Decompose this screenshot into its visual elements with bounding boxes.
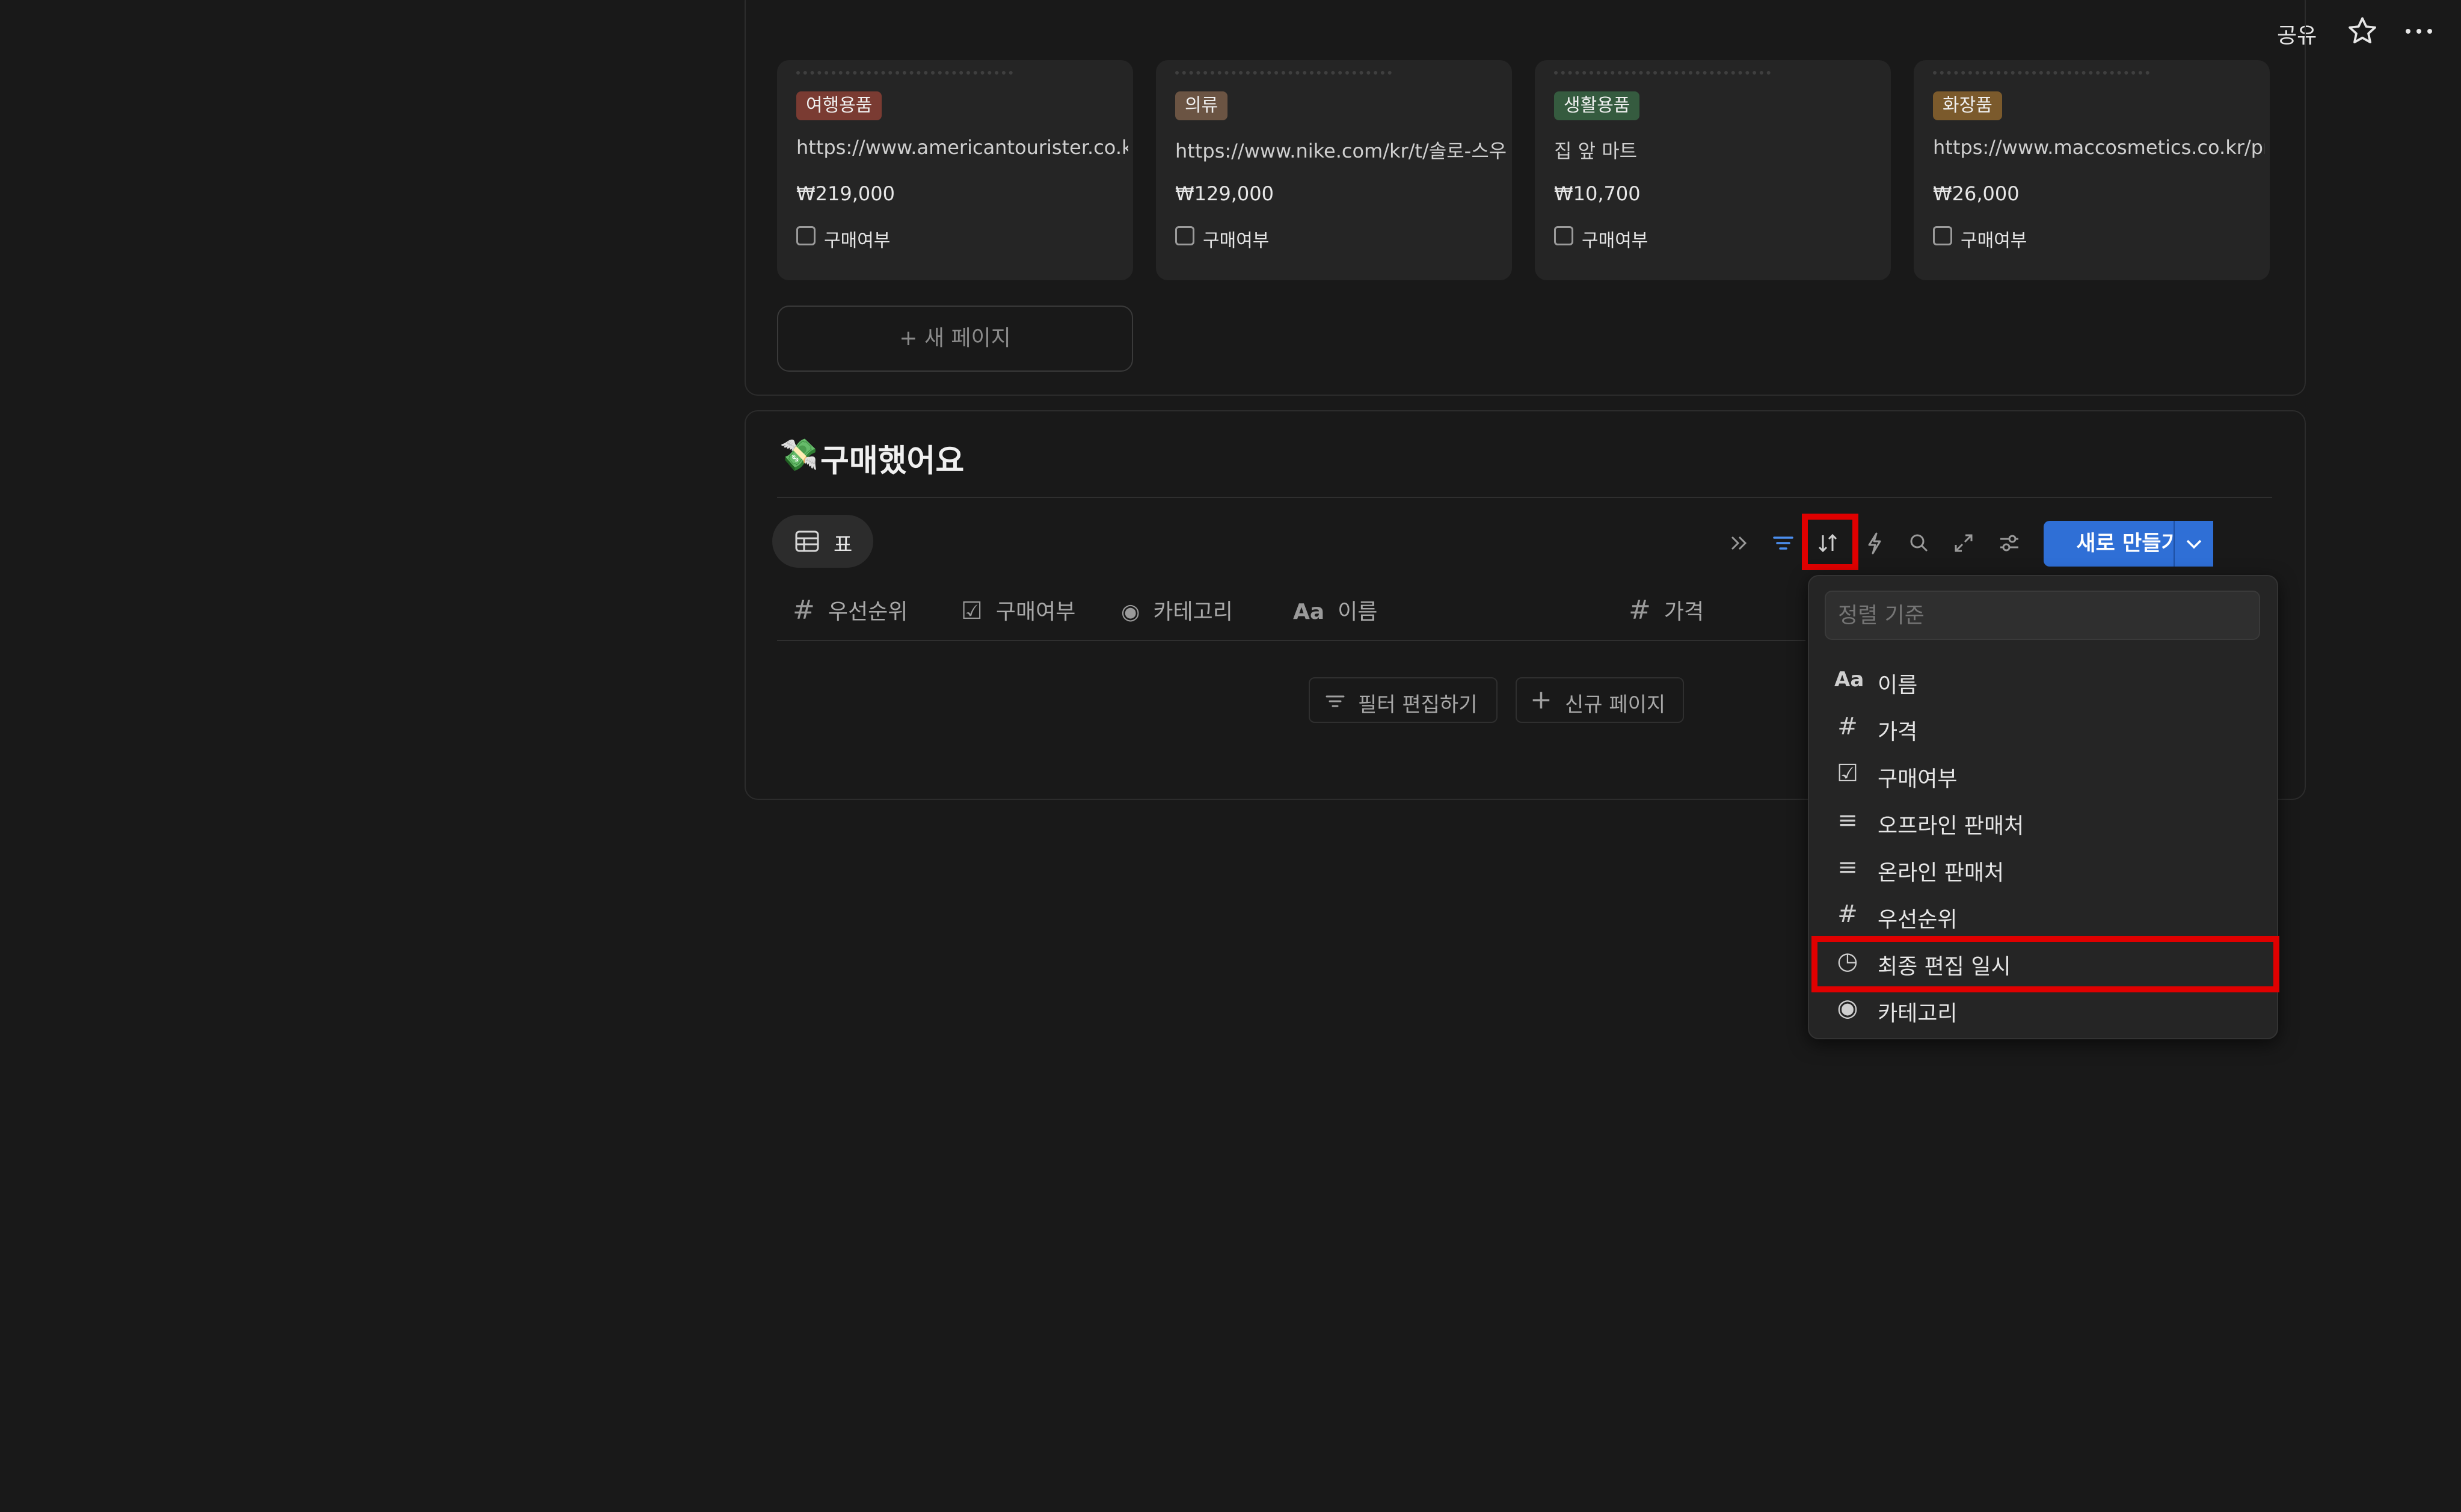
card-title-cut (1933, 60, 2149, 75)
checkbox-label: 구매여부 (1203, 230, 1270, 251)
expand-icon[interactable] (1949, 528, 1979, 558)
column-header-category[interactable]: ◉ 카테고리 (1121, 594, 1233, 625)
card-price: ₩10,700 (1554, 182, 1641, 205)
chevrons-right-icon[interactable] (1724, 528, 1754, 558)
card-price: ₩219,000 (796, 182, 895, 205)
purchase-checkbox[interactable] (1933, 226, 1952, 245)
checkbox-label: 구매여부 (1582, 230, 1648, 251)
sort-option-label: 구매여부 (1878, 767, 1958, 791)
search-icon[interactable] (1904, 528, 1934, 558)
filter-icon (1326, 695, 1345, 707)
column-label: 카테고리 (1153, 600, 1233, 624)
checkbox-label: 구매여부 (824, 230, 891, 251)
new-page-label: + 새 페이지 (899, 326, 1011, 351)
view-tab-table[interactable]: 표 (772, 515, 873, 568)
sort-option-label: 카테고리 (1878, 1001, 1958, 1026)
number-icon: # (793, 595, 815, 625)
sort-option-label: 이름 (1878, 673, 1918, 698)
number-icon: # (1837, 900, 1858, 928)
select-icon: ◉ (1121, 600, 1140, 624)
checkbox-icon: ☑ (1837, 760, 1858, 787)
sort-option-label: 가격 (1878, 720, 1918, 745)
new-button-label: 새로 만들기 (2076, 532, 2181, 556)
new-entry-label: 신규 페이지 (1565, 693, 1666, 717)
column-header-name[interactable]: Aa 이름 (1293, 594, 1377, 625)
card-url: 집 앞 마트 (1554, 140, 1638, 162)
card-url[interactable]: https://www.nike.com/kr/t/솔로-스우시- (1175, 136, 1507, 164)
sort-option-online-seller[interactable]: ≡ 온라인 판매처 (1810, 847, 2267, 889)
column-label: 구매여부 (995, 600, 1076, 624)
card-price: ₩129,000 (1175, 182, 1274, 205)
text-icon: Aa (1834, 668, 1864, 692)
card-title-cut (796, 60, 1013, 75)
card-url[interactable]: https://www.maccosmetics.co.kr/pro (1933, 136, 2265, 159)
column-label: 우선순위 (828, 600, 908, 624)
number-icon: # (1629, 595, 1651, 625)
checkbox-icon: ☑ (961, 597, 983, 625)
number-icon: # (1837, 713, 1858, 740)
section-title[interactable]: 구매했어요 (820, 435, 964, 481)
sort-button-highlight (1802, 514, 1858, 570)
card-title-cut (1175, 60, 1392, 75)
sort-option-offline-seller[interactable]: ≡ 오프라인 판매처 (1810, 800, 2267, 842)
header-divider (777, 640, 1805, 641)
filter-icon[interactable] (1768, 528, 1798, 558)
text-lines-icon: ≡ (1837, 807, 1858, 834)
card-url[interactable]: https://www.americantourister.co.kr/s (796, 136, 1128, 159)
text-lines-icon: ≡ (1837, 853, 1858, 881)
plus-icon: + (1530, 684, 1552, 715)
sort-option-purchased[interactable]: ☑ 구매여부 (1810, 753, 2267, 795)
card-title-cut (1554, 60, 1771, 75)
category-tag: 의류 (1175, 91, 1228, 120)
lightning-icon[interactable] (1860, 528, 1890, 558)
column-label: 가격 (1664, 600, 1704, 624)
more-icon[interactable] (2403, 22, 2435, 40)
table-icon (795, 530, 819, 552)
new-dropdown-toggle[interactable] (2174, 521, 2213, 567)
sort-option-price[interactable]: # 가격 (1810, 706, 2267, 748)
category-tag: 화장품 (1933, 91, 2002, 120)
checkbox-label: 구매여부 (1961, 230, 2027, 251)
sort-option-category[interactable]: ◉ 카테고리 (1810, 988, 2267, 1030)
column-header-purchased[interactable]: ☑ 구매여부 (961, 594, 1075, 625)
settings-sliders-icon[interactable] (1994, 528, 2024, 558)
sort-option-label: 우선순위 (1878, 908, 1958, 932)
card-price: ₩26,000 (1933, 182, 2020, 205)
column-header-priority[interactable]: # 우선순위 (793, 594, 908, 625)
last-edited-highlight (1811, 936, 2279, 992)
purchase-checkbox[interactable] (796, 226, 816, 245)
sort-option-label: 온라인 판매처 (1878, 861, 2005, 885)
new-entry-button[interactable]: + 신규 페이지 (1516, 677, 1684, 723)
text-icon: Aa (1293, 600, 1325, 624)
gallery-card[interactable]: 생활용품 집 앞 마트 ₩10,700 구매여부 (1535, 60, 1891, 280)
star-icon[interactable] (2346, 14, 2379, 48)
sort-option-priority[interactable]: # 우선순위 (1810, 894, 2267, 936)
column-label: 이름 (1338, 600, 1378, 624)
view-tab-label: 표 (834, 533, 853, 557)
column-header-price[interactable]: # 가격 (1629, 594, 1704, 625)
purchase-checkbox[interactable] (1175, 226, 1194, 245)
title-divider (777, 497, 2272, 498)
purchase-checkbox[interactable] (1554, 226, 1573, 245)
category-tag: 여행용품 (796, 91, 882, 120)
sort-search-input[interactable] (1825, 591, 2260, 640)
gallery-card[interactable]: 화장품 https://www.maccosmetics.co.kr/pro ₩… (1914, 60, 2270, 280)
money-emoji-icon: 💸 (779, 437, 819, 473)
chevron-down-icon (2186, 539, 2202, 549)
sort-option-name[interactable]: Aa 이름 (1810, 659, 2267, 701)
edit-filter-label: 필터 편집하기 (1358, 693, 1478, 717)
edit-filter-button[interactable]: 필터 편집하기 (1309, 677, 1498, 723)
gallery-card[interactable]: 여행용품 https://www.americantourister.co.kr… (777, 60, 1133, 280)
sort-option-label: 오프라인 판매처 (1878, 814, 2024, 838)
gallery-card[interactable]: 의류 https://www.nike.com/kr/t/솔로-스우시- ₩12… (1156, 60, 1512, 280)
new-page-button[interactable]: + 새 페이지 (777, 306, 1133, 372)
category-tag: 생활용품 (1554, 91, 1640, 120)
select-icon: ◉ (1837, 994, 1858, 1022)
